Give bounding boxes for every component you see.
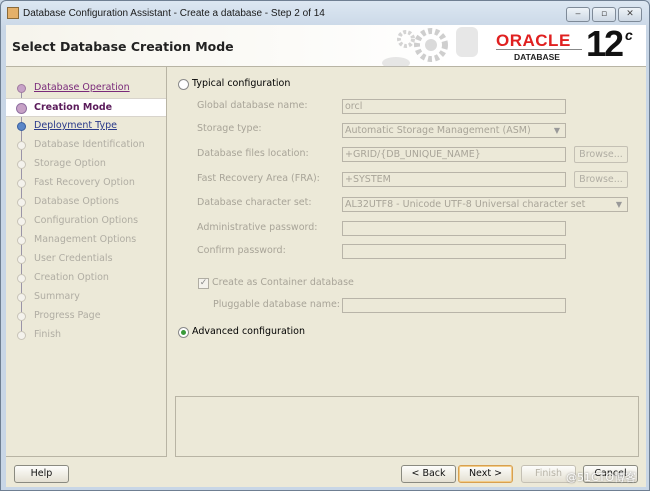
confirm-password-input[interactable] (342, 244, 566, 259)
version-number: 12 (586, 23, 624, 64)
step-indicator-icon (17, 236, 26, 245)
sidebar-step-storage-option: Storage Option (6, 155, 166, 174)
advanced-config-radio[interactable] (178, 327, 189, 338)
step-indicator-icon (17, 217, 26, 226)
oracle-logo: ORACLE (496, 31, 571, 50)
confirm-password-label: Confirm password: (197, 245, 286, 256)
sidebar-step-finish: Finish (6, 326, 166, 345)
back-button[interactable]: < Back (401, 465, 456, 483)
step-indicator-icon (17, 160, 26, 169)
sidebar-step-database-operation[interactable]: Database Operation (6, 79, 166, 98)
admin-password-input[interactable] (342, 221, 566, 236)
step-label: Configuration Options (34, 215, 139, 226)
sidebar-step-deployment-type[interactable]: Deployment Type (6, 117, 166, 136)
logo-divider (496, 49, 582, 50)
window-title: Database Configuration Assistant - Creat… (23, 8, 325, 19)
pdb-name-label: Pluggable database name: (213, 299, 341, 310)
logo-database-text: DATABASE (514, 52, 560, 62)
message-panel (175, 396, 639, 457)
step-label: Summary (34, 291, 80, 302)
step-indicator-icon (17, 255, 26, 264)
page-title: Select Database Creation Mode (12, 39, 234, 54)
step-indicator-icon (17, 293, 26, 302)
step-label: Deployment Type (34, 120, 117, 131)
browse-db-files-button[interactable]: Browse... (574, 146, 628, 163)
sidebar-step-user-credentials: User Credentials (6, 250, 166, 269)
db-files-location-label: Database files location: (197, 148, 309, 159)
sidebar-step-database-options: Database Options (6, 193, 166, 212)
gears-graphic-icon (382, 27, 478, 67)
step-label: Fast Recovery Option (34, 177, 135, 188)
step-indicator-icon (17, 84, 26, 93)
storage-type-select[interactable]: Automatic Storage Management (ASM) ▼ (342, 123, 566, 138)
help-button[interactable]: Help (14, 465, 69, 483)
sidebar-step-configuration-options: Configuration Options (6, 212, 166, 231)
step-label: Storage Option (34, 158, 106, 169)
step-indicator-icon (17, 179, 26, 188)
step-indicator-icon (17, 331, 26, 340)
global-db-name-input[interactable]: orcl (342, 99, 566, 114)
steps-sidebar: Database Operation Creation Mode Deploymen… (6, 67, 167, 457)
chevron-down-icon: ▼ (615, 200, 622, 209)
step-indicator-icon (17, 198, 26, 207)
sidebar-step-management-options: Management Options (6, 231, 166, 250)
step-indicator-icon (17, 274, 26, 283)
header-banner: Select Database Creation Mode ORACLE DAT… (6, 23, 646, 67)
java-app-icon (7, 7, 19, 19)
step-label: Finish (34, 329, 62, 340)
sidebar-step-creation-option: Creation Option (6, 269, 166, 288)
step-indicator-icon (17, 312, 26, 321)
close-button[interactable]: ✕ (618, 7, 642, 22)
charset-select[interactable]: AL32UTF8 - Unicode UTF-8 Universal chara… (342, 197, 628, 212)
minimize-button[interactable]: ‒ (566, 7, 590, 22)
admin-password-label: Administrative password: (197, 222, 318, 233)
dbca-window: Database Configuration Assistant - Creat… (0, 0, 650, 491)
sidebar-step-summary: Summary (6, 288, 166, 307)
typical-config-label[interactable]: Typical configuration (192, 78, 290, 89)
storage-type-label: Storage type: (197, 123, 262, 134)
sidebar-step-creation-mode: Creation Mode (6, 98, 166, 117)
sidebar-step-fast-recovery-option: Fast Recovery Option (6, 174, 166, 193)
typical-config-radio[interactable] (178, 79, 189, 90)
step-label: Database Operation (34, 82, 130, 93)
sidebar-step-progress-page: Progress Page (6, 307, 166, 326)
db-files-location-input[interactable]: +GRID/{DB_UNIQUE_NAME} (342, 147, 566, 162)
container-db-checkbox[interactable]: ✓ (198, 278, 209, 289)
step-indicator-icon (17, 122, 26, 131)
step-label: User Credentials (34, 253, 113, 264)
browse-fra-button[interactable]: Browse... (574, 171, 628, 188)
version-logo: 12 c (586, 23, 633, 65)
step-label: Progress Page (34, 310, 101, 321)
pdb-name-input[interactable] (342, 298, 566, 313)
sidebar-step-database-identification: Database Identification (6, 136, 166, 155)
watermark: @51CTO博客 (566, 471, 637, 484)
next-button[interactable]: Next > (458, 465, 513, 483)
step-indicator-icon (16, 103, 27, 114)
advanced-config-label[interactable]: Advanced configuration (192, 326, 305, 337)
client-area: Select Database Creation Mode ORACLE DAT… (6, 23, 646, 487)
global-db-name-label: Global database name: (197, 100, 308, 111)
storage-type-value: Automatic Storage Management (ASM) (345, 125, 531, 136)
step-label: Database Options (34, 196, 120, 207)
step-label: Creation Option (34, 272, 109, 283)
step-label: Creation Mode (34, 102, 113, 113)
fra-input[interactable]: +SYSTEM (342, 172, 566, 187)
step-label: Database Identification (34, 139, 145, 150)
maximize-button[interactable]: ▫ (592, 7, 616, 22)
fra-label: Fast Recovery Area (FRA): (197, 173, 320, 184)
version-suffix: c (625, 27, 633, 43)
step-label: Management Options (34, 234, 137, 245)
chevron-down-icon: ▼ (553, 126, 560, 135)
container-db-label[interactable]: Create as Container database (212, 277, 354, 288)
charset-label: Database character set: (197, 197, 312, 208)
charset-value: AL32UTF8 - Unicode UTF-8 Universal chara… (345, 199, 586, 210)
step-indicator-icon (17, 141, 26, 150)
